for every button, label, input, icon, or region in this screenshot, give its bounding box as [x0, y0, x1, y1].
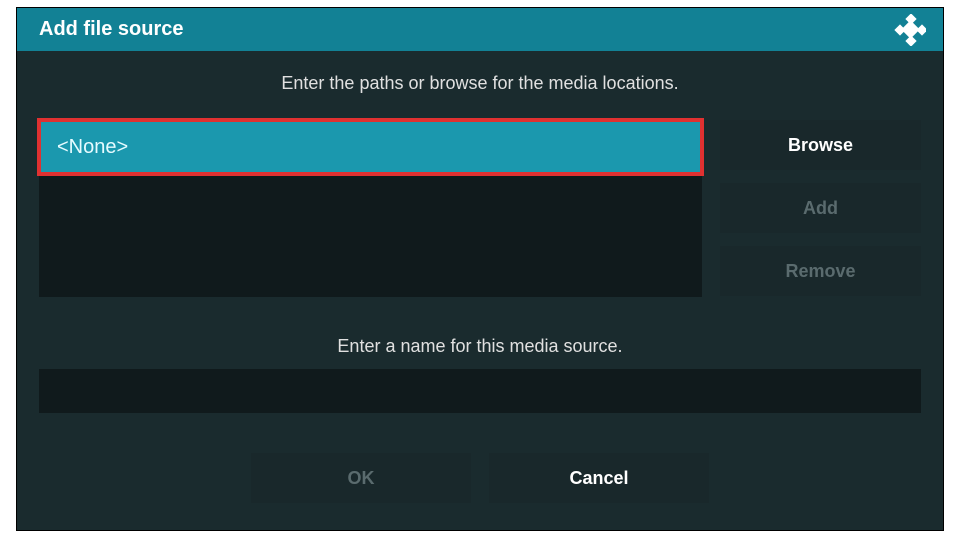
titlebar: Add file source	[17, 8, 943, 51]
paths-instruction: Enter the paths or browse for the media …	[17, 73, 943, 94]
remove-button[interactable]: Remove	[720, 246, 921, 296]
name-instruction: Enter a name for this media source.	[17, 336, 943, 357]
cancel-button[interactable]: Cancel	[489, 453, 709, 503]
kodi-logo-icon	[894, 14, 926, 46]
browse-button[interactable]: Browse	[720, 120, 921, 170]
path-row-value: <None>	[57, 136, 128, 159]
ok-button[interactable]: OK	[251, 453, 471, 503]
add-file-source-dialog: Add file source Enter the paths or brows…	[16, 7, 944, 531]
paths-area: <None> Browse Add Remove	[39, 120, 921, 297]
paths-list[interactable]: <None>	[39, 120, 702, 297]
footer-buttons: OK Cancel	[17, 453, 943, 503]
add-button[interactable]: Add	[720, 183, 921, 233]
path-row-selected[interactable]: <None>	[37, 118, 704, 176]
side-buttons: Browse Add Remove	[720, 120, 921, 297]
dialog-title: Add file source	[39, 18, 183, 41]
media-name-input[interactable]	[39, 369, 921, 413]
